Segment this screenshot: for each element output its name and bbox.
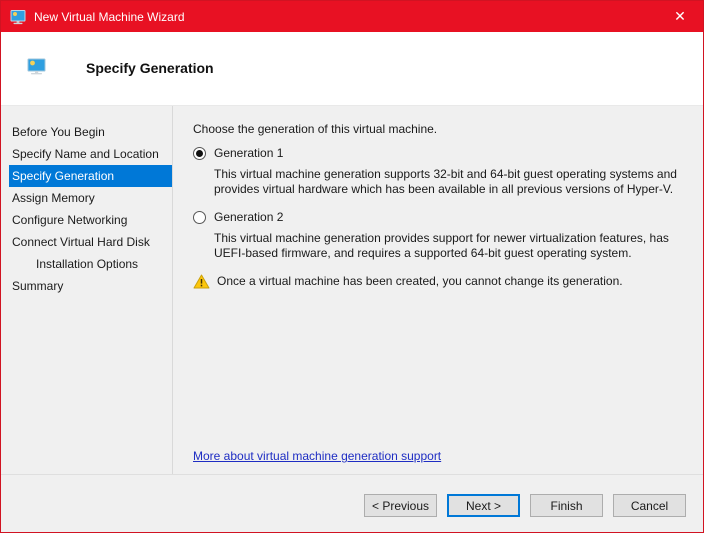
next-button[interactable]: Next > [447, 494, 520, 517]
wizard-steps-sidebar: Before You Begin Specify Name and Locati… [1, 106, 173, 474]
sidebar-item-before-you-begin[interactable]: Before You Begin [9, 121, 172, 143]
wizard-body: Before You Begin Specify Name and Locati… [1, 106, 703, 474]
close-icon: ✕ [674, 8, 686, 25]
generation-2-description: This virtual machine generation provides… [214, 231, 677, 261]
generation-1-radio[interactable] [193, 147, 206, 160]
generation-2-option[interactable]: Generation 2 [193, 210, 677, 224]
sidebar-item-installation-options[interactable]: Installation Options [9, 253, 172, 275]
cancel-button[interactable]: Cancel [613, 494, 686, 517]
generation-1-option[interactable]: Generation 1 [193, 146, 677, 160]
page-title: Specify Generation [86, 60, 214, 76]
sidebar-item-specify-name-and-location[interactable]: Specify Name and Location [9, 143, 172, 165]
previous-button[interactable]: < Previous [364, 494, 437, 517]
sidebar-item-assign-memory[interactable]: Assign Memory [9, 187, 172, 209]
vm-monitor-icon [27, 57, 46, 76]
generation-2-label: Generation 2 [214, 210, 283, 224]
new-vm-wizard-window: New Virtual Machine Wizard ✕ Specify Gen… [0, 0, 704, 533]
vm-monitor-icon [10, 9, 26, 25]
close-button[interactable]: ✕ [657, 1, 703, 32]
wizard-footer: < Previous Next > Finish Cancel [1, 474, 703, 532]
generation-warning: Once a virtual machine has been created,… [193, 274, 677, 289]
sidebar-item-connect-virtual-hard-disk[interactable]: Connect Virtual Hard Disk [9, 231, 172, 253]
titlebar[interactable]: New Virtual Machine Wizard ✕ [1, 1, 703, 32]
generation-1-description: This virtual machine generation supports… [214, 167, 677, 197]
wizard-page-content: Choose the generation of this virtual ma… [173, 106, 703, 474]
finish-button[interactable]: Finish [530, 494, 603, 517]
wizard-header: Specify Generation [1, 32, 703, 106]
warning-icon [193, 274, 210, 289]
sidebar-item-summary[interactable]: Summary [9, 275, 172, 297]
more-about-generation-link[interactable]: More about virtual machine generation su… [193, 449, 441, 463]
generation-1-label: Generation 1 [214, 146, 283, 160]
intro-text: Choose the generation of this virtual ma… [193, 122, 677, 136]
sidebar-item-specify-generation[interactable]: Specify Generation [9, 165, 172, 187]
window-title: New Virtual Machine Wizard [34, 10, 185, 24]
sidebar-item-configure-networking[interactable]: Configure Networking [9, 209, 172, 231]
generation-2-radio[interactable] [193, 211, 206, 224]
warning-text: Once a virtual machine has been created,… [217, 274, 623, 289]
